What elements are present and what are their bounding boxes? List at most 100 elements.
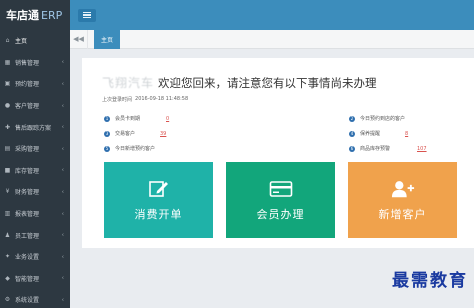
sidebar-item-sales[interactable]: ▦ 销售管理 ‹	[0, 52, 70, 74]
sidebar-item-label: 售后跟踪方案	[15, 124, 52, 132]
stat-value[interactable]: 107	[417, 146, 427, 152]
add-user-icon	[391, 179, 415, 199]
sidebar-item-customers[interactable]: ● 客户管理 ‹	[0, 95, 70, 117]
sidebar: 车店通 ERP ⌂ 主页 ▦ 销售管理 ‹ ▣ 预约管理 ‹ ● 客户管理 ‹ …	[0, 0, 70, 308]
staff-icon: ♟	[4, 231, 11, 239]
chevron-left-icon: ‹	[61, 210, 64, 218]
sidebar-item-label: 销售管理	[15, 59, 40, 67]
tile-label: 消费开单	[134, 207, 183, 221]
stat-label: 今日新增预约客户	[115, 146, 156, 152]
sidebar-item-label: 员工管理	[15, 232, 40, 240]
app-logo[interactable]: 车店通 ERP	[0, 0, 70, 30]
sidebar-item-after-sales[interactable]: ✚ 售后跟踪方案 ‹	[0, 116, 70, 138]
sidebar-item-finance[interactable]: ¥ 财务管理 ‹	[0, 181, 70, 203]
user-icon: ●	[4, 102, 11, 110]
welcome-banner: 飞翔汽车 欢迎您回来，请注意您有以下事情尚未办理	[102, 74, 377, 91]
number-badge: 3	[104, 130, 110, 137]
top-header	[70, 0, 474, 30]
number-badge: 1	[104, 115, 110, 122]
sidebar-item-staff[interactable]: ♟ 员工管理 ‹	[0, 224, 70, 246]
watermark-text: 最需教育	[392, 271, 468, 291]
card-icon-svg	[269, 180, 292, 197]
last-login-label: 上次登录时间	[102, 97, 133, 103]
cog-icon: ⚙	[4, 296, 11, 304]
consume-order-button[interactable]: 消费开单	[104, 162, 213, 238]
chevron-left-icon: ‹	[61, 166, 64, 174]
card-icon	[269, 179, 293, 199]
hamburger-line	[83, 14, 91, 16]
stat-transaction-customers[interactable]: 3 交易客户 39	[104, 130, 166, 137]
sidebar-item-purchasing[interactable]: ▤ 采购管理 ‹	[0, 138, 70, 160]
sidebar-item-appointments[interactable]: ▣ 预约管理 ‹	[0, 73, 70, 95]
menu-toggle-button[interactable]	[78, 8, 96, 22]
stat-new-appointments[interactable]: 5 今日新增预约客户	[104, 145, 155, 152]
stat-stock-warning[interactable]: 6 商品库存预警 107	[349, 145, 427, 152]
gear-icon: ✦	[4, 253, 11, 261]
money-icon: ¥	[5, 188, 10, 196]
add-user-icon-svg	[391, 180, 414, 197]
number-badge: 2	[349, 115, 355, 122]
stat-label: 保养提醒	[360, 131, 381, 137]
sidebar-item-label: 客户管理	[15, 103, 40, 111]
logo-suffix: ERP	[41, 8, 63, 22]
welcome-message: 欢迎您回来，请注意您有以下事情尚未办理	[158, 76, 377, 90]
smart-icon: ◆	[5, 274, 10, 282]
edit-icon	[147, 179, 171, 199]
stat-value[interactable]: 39	[160, 131, 166, 137]
tools-icon: ✚	[4, 123, 11, 131]
sidebar-item-smart[interactable]: ◆ 智能管理 ‹	[0, 268, 70, 290]
last-login-info: 上次登录时间 2016-09-18 11:48:58	[102, 96, 188, 103]
add-customer-button[interactable]: 新增客户	[348, 162, 457, 238]
home-icon: ⌂	[5, 37, 10, 45]
calendar-icon: ▣	[4, 80, 11, 88]
chevron-left-icon: ‹	[61, 274, 64, 282]
sidebar-item-label: 报表管理	[15, 211, 40, 219]
number-badge: 4	[349, 130, 355, 137]
membership-button[interactable]: 会员办理	[226, 162, 335, 238]
stat-label: 今日预约到店的客户	[360, 116, 406, 122]
stat-value[interactable]: 0	[166, 116, 169, 122]
sidebar-item-label: 采购管理	[15, 146, 40, 154]
sidebar-nav: ⌂ 主页 ▦ 销售管理 ‹ ▣ 预约管理 ‹ ● 客户管理 ‹ ✚ 售后跟踪方案…	[0, 30, 70, 308]
chevron-left-icon: ‹	[61, 253, 64, 261]
logo-text: 车店通	[6, 9, 39, 22]
last-login-value: 2016-09-18 11:48:58	[135, 96, 189, 102]
stat-maintenance-reminder[interactable]: 4 保养提醒 8	[349, 130, 408, 137]
tab-scroll-left-button[interactable]: ◀◀	[70, 29, 88, 49]
edit-icon-svg	[148, 180, 168, 197]
chevron-left-icon: ‹	[61, 123, 64, 131]
hamburger-icon	[83, 11, 91, 13]
sidebar-item-label: 库存管理	[15, 167, 40, 175]
sidebar-item-business-settings[interactable]: ✦ 业务设置 ‹	[0, 246, 70, 268]
sidebar-item-label: 主页	[15, 38, 28, 46]
sidebar-item-label: 系统设置	[15, 297, 40, 305]
sidebar-item-label: 业务设置	[15, 254, 40, 262]
sidebar-item-label: 智能管理	[15, 275, 40, 283]
stat-label: 商品库存预警	[360, 146, 391, 152]
tab-home-label: 主页	[101, 36, 114, 44]
number-badge: 5	[104, 145, 110, 152]
sidebar-item-inventory[interactable]: ■ 库存管理 ‹	[0, 160, 70, 182]
dashboard-panel: 飞翔汽车 欢迎您回来，请注意您有以下事情尚未办理 上次登录时间 2016-09-…	[82, 58, 474, 248]
stat-today-appointments[interactable]: 2 今日预约到店的客户	[349, 115, 405, 122]
chevron-left-icon: ‹	[61, 231, 64, 239]
hamburger-line	[83, 17, 91, 19]
chart-icon: ▥	[4, 210, 11, 218]
double-left-arrow-icon: ◀◀	[73, 35, 84, 43]
store-name: 飞翔汽车	[102, 76, 155, 90]
chevron-left-icon: ‹	[61, 102, 64, 110]
chevron-left-icon: ‹	[61, 188, 64, 196]
chevron-left-icon: ‹	[61, 80, 64, 88]
sidebar-item-home[interactable]: ⌂ 主页	[0, 30, 70, 52]
sidebar-item-system[interactable]: ⚙ 系统设置 ‹	[0, 289, 70, 308]
stat-card-expiry[interactable]: 1 会员卡到期 0	[104, 115, 169, 122]
chevron-left-icon: ‹	[61, 145, 64, 153]
number-badge: 6	[349, 145, 355, 152]
chevron-left-icon: ‹	[61, 296, 64, 304]
tab-home[interactable]: 主页	[94, 29, 121, 49]
cart-icon: ▦	[4, 58, 11, 66]
sidebar-item-reports[interactable]: ▥ 报表管理 ‹	[0, 203, 70, 225]
tile-label: 会员办理	[256, 207, 305, 221]
sidebar-item-label: 预约管理	[15, 81, 40, 89]
stat-value[interactable]: 8	[405, 131, 408, 137]
